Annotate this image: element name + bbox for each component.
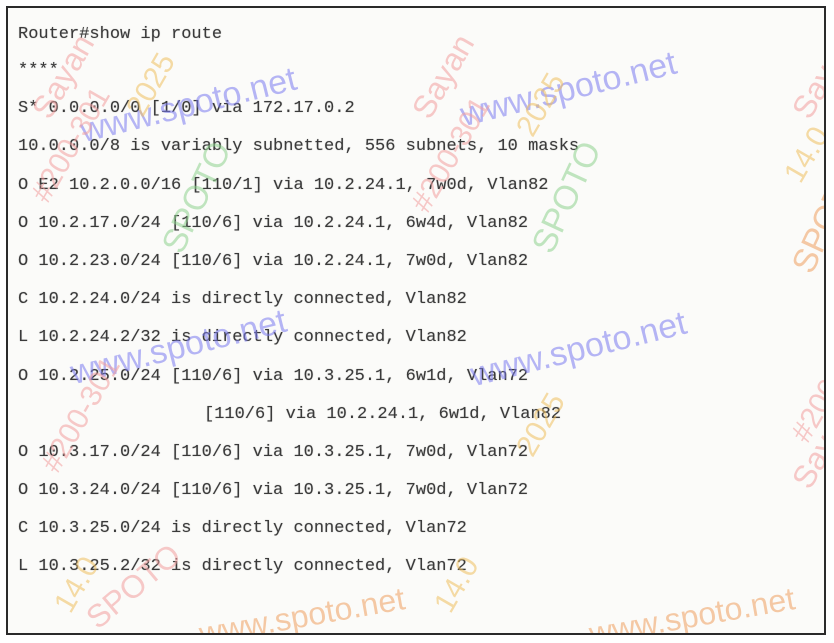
console-line: L 10.3.25.2/32 is directly connected, Vl… bbox=[18, 557, 467, 577]
console-line: S* 0.0.0.0/0 [1/0] via 172.17.0.2 bbox=[18, 99, 355, 119]
watermark: www.spoto.net bbox=[586, 580, 798, 635]
console-line: [110/6] via 10.2.24.1, 6w1d, Vlan82 bbox=[204, 404, 562, 424]
console-line: C 10.2.24.0/24 is directly connected, Vl… bbox=[18, 290, 467, 310]
console-line: O E2 10.2.0.0/16 [110/1] via 10.2.24.1, … bbox=[18, 175, 549, 195]
console-line: O 10.3.17.0/24 [110/6] via 10.3.25.1, 7w… bbox=[18, 442, 529, 462]
console-line: L 10.2.24.2/32 is directly connected, Vl… bbox=[18, 328, 467, 348]
console-line: O 10.2.17.0/24 [110/6] via 10.2.24.1, 6w… bbox=[18, 213, 529, 233]
console-line: 10.0.0.0/8 is variably subnetted, 556 su… bbox=[18, 137, 580, 157]
console-output: Router#show ip route **** S* 0.0.0.0/0 [… bbox=[18, 18, 818, 587]
console-line: O 10.2.23.0/24 [110/6] via 10.2.24.1, 7w… bbox=[18, 251, 529, 271]
console-line: C 10.3.25.0/24 is directly connected, Vl… bbox=[18, 519, 467, 539]
console-window: Router#show ip route **** S* 0.0.0.0/0 [… bbox=[6, 6, 826, 635]
console-line: O 10.3.24.0/24 [110/6] via 10.3.25.1, 7w… bbox=[18, 481, 529, 501]
console-line: O 10.2.25.0/24 [110/6] via 10.3.25.1, 6w… bbox=[18, 366, 529, 386]
console-command: Router#show ip route bbox=[18, 25, 223, 44]
console-line: **** bbox=[18, 61, 59, 80]
watermark: www.spoto.net bbox=[196, 580, 408, 635]
